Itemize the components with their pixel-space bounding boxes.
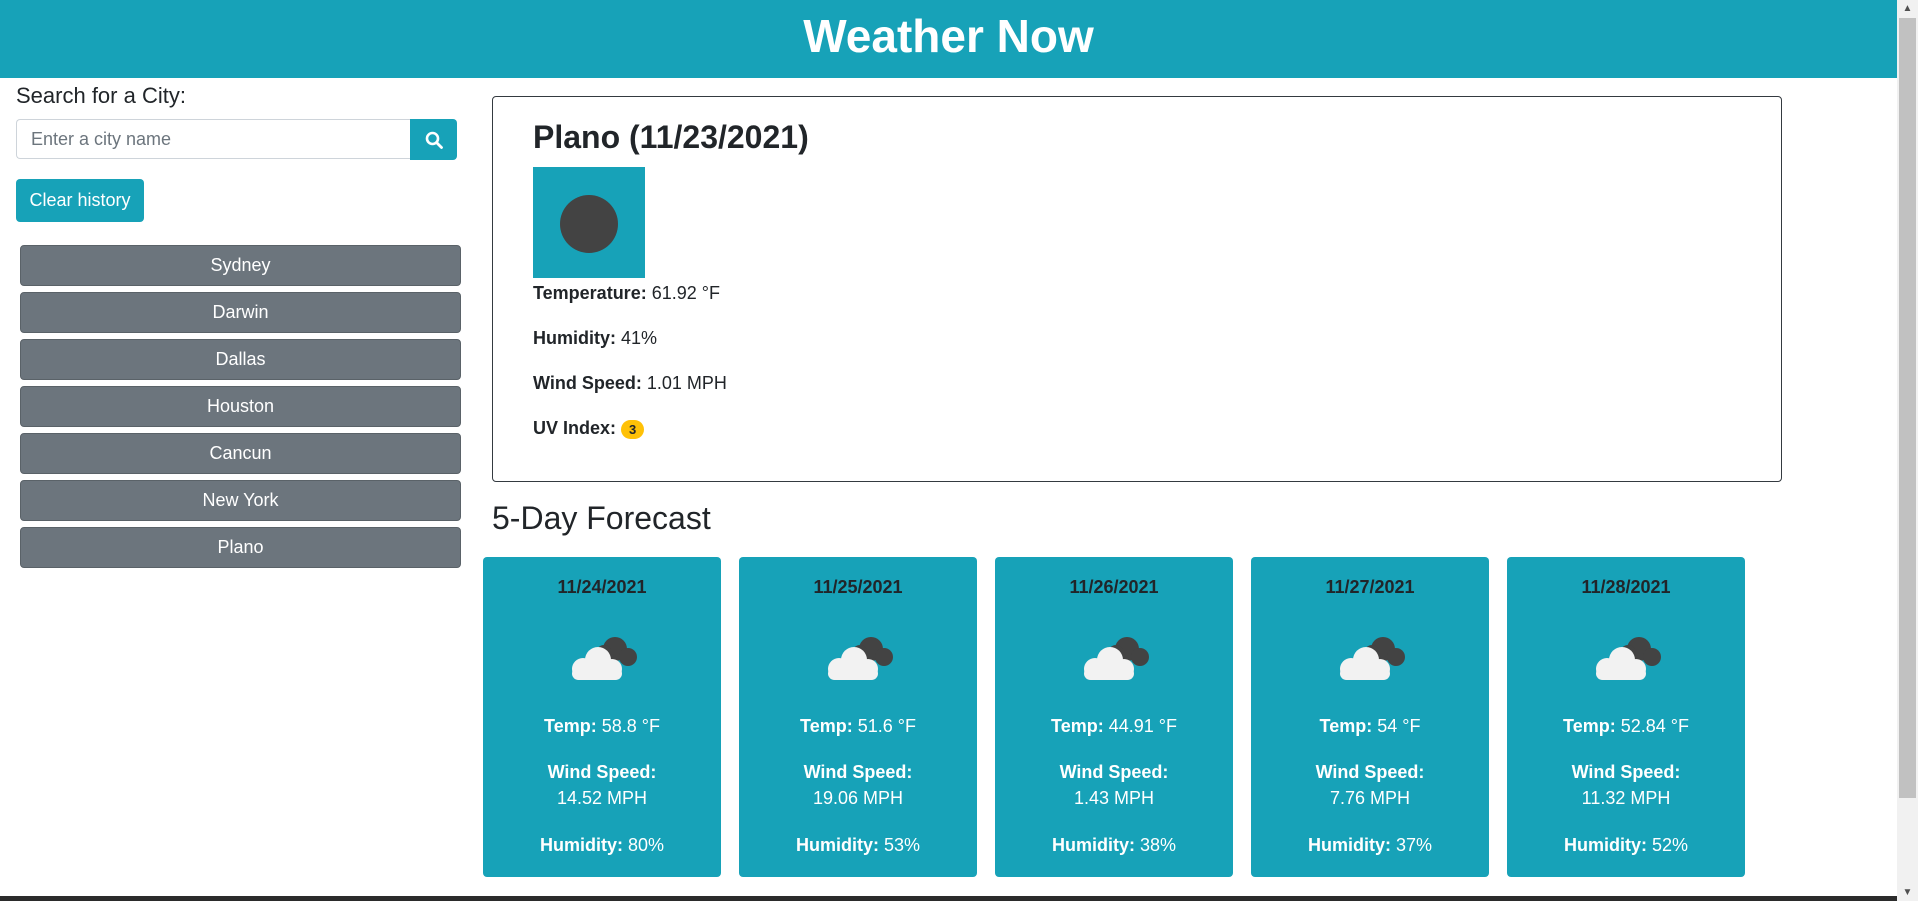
forecast-humidity: Humidity: 38%	[995, 835, 1233, 856]
history-button-darwin[interactable]: Darwin	[20, 292, 461, 333]
weather-icon	[533, 167, 645, 278]
wind-speed-value: 19.06 MPH	[812, 788, 904, 808]
wind-speed-label: Wind Speed:	[1315, 762, 1425, 782]
history-button-dallas[interactable]: Dallas	[20, 339, 461, 380]
search-label: Search for a City:	[16, 83, 186, 108]
humidity-label: Humidity:	[1307, 835, 1391, 855]
forecast-temp: Temp: 44.91 °F	[995, 716, 1233, 737]
forecast-humidity: Humidity: 80%	[483, 835, 721, 856]
scroll-down-arrow-icon[interactable]: ▼	[1897, 884, 1918, 901]
temp-value: 54 °F	[1377, 716, 1421, 736]
app-title: Weather Now	[803, 10, 1094, 62]
humidity-value: 53%	[883, 835, 921, 855]
humidity-value: 37%	[1395, 835, 1433, 855]
forecast-card: 11/27/2021 Temp: 54 °F Wind Speed: 7.76 …	[1251, 557, 1489, 877]
forecast-temp: Temp: 52.84 °F	[1507, 716, 1745, 737]
humidity-label: Humidity:	[539, 835, 623, 855]
current-city-title: Plano (11/23/2021)	[533, 119, 809, 155]
wind-speed-label: Wind Speed:	[533, 373, 642, 393]
history-button-plano[interactable]: Plano	[20, 527, 461, 568]
humidity-value: 80%	[627, 835, 665, 855]
forecast-date: 11/26/2021	[1069, 577, 1159, 597]
forecast-card: 11/25/2021 Temp: 51.6 °F Wind Speed: 19.…	[739, 557, 977, 877]
wind-speed-value: 1.43 MPH	[1073, 788, 1155, 808]
wind-speed-value: 11.32 MPH	[1581, 788, 1671, 808]
cloudy-icon	[1340, 637, 1405, 680]
humidity-label: Humidity:	[1051, 835, 1135, 855]
uv-index-badge: 3	[621, 419, 645, 439]
forecast-title: 5-Day Forecast	[492, 500, 711, 536]
temp-label: Temp:	[1051, 716, 1104, 736]
wind-speed-label: Wind Speed:	[1059, 762, 1169, 782]
wind-speed-label: Wind Speed:	[803, 762, 913, 782]
history-button-cancun[interactable]: Cancun	[20, 433, 461, 474]
humidity-value: 38%	[1139, 835, 1177, 855]
wind-speed-label: Wind Speed:	[547, 762, 657, 782]
cloudy-icon	[572, 637, 637, 680]
humidity-value: 41%	[621, 328, 658, 348]
app-header: Weather Now	[0, 0, 1897, 78]
forecast-temp: Temp: 51.6 °F	[739, 716, 977, 737]
history-button-houston[interactable]: Houston	[20, 386, 461, 427]
search-input[interactable]	[16, 119, 410, 159]
cloudy-icon	[828, 637, 893, 680]
forecast-humidity: Humidity: 53%	[739, 835, 977, 856]
wind-speed-label: Wind Speed:	[1571, 762, 1681, 782]
current-wind-speed: Wind Speed: 1.01 MPH	[533, 373, 727, 394]
search-icon	[425, 131, 443, 149]
cloudy-icon	[1084, 637, 1149, 680]
forecast-date: 11/24/2021	[557, 577, 647, 597]
forecast-card: 11/28/2021 Temp: 52.84 °F Wind Speed: 11…	[1507, 557, 1745, 877]
history-button-new-york[interactable]: New York	[20, 480, 461, 521]
current-uv-index: UV Index: 3	[533, 418, 645, 439]
forecast-humidity: Humidity: 52%	[1507, 835, 1745, 856]
wind-speed-value: 7.76 MPH	[1329, 788, 1411, 808]
search-button[interactable]	[410, 119, 457, 160]
temp-value: 44.91 °F	[1108, 716, 1177, 736]
cloudy-icon	[1596, 637, 1661, 680]
humidity-value: 52%	[1651, 835, 1689, 855]
uv-index-label: UV Index:	[533, 418, 617, 438]
temp-label: Temp:	[1319, 716, 1373, 736]
forecast-card: 11/24/2021 Temp: 58.8 °F Wind Speed: 14.…	[483, 557, 721, 877]
forecast-humidity: Humidity: 37%	[1251, 835, 1489, 856]
window-bottom-edge	[0, 896, 1897, 901]
scroll-up-arrow-icon[interactable]: ▲	[1897, 0, 1918, 17]
temperature-label: Temperature:	[533, 283, 647, 303]
forecast-date: 11/25/2021	[813, 577, 903, 597]
wind-speed-value: 1.01 MPH	[646, 373, 727, 393]
temp-value: 51.6 °F	[857, 716, 916, 736]
wind-speed-value: 14.52 MPH	[556, 788, 648, 808]
search-history-list: Sydney Darwin Dallas Houston Cancun New …	[20, 245, 461, 574]
clear-history-button[interactable]: Clear history	[16, 179, 144, 222]
temp-label: Temp:	[1563, 716, 1616, 736]
humidity-label: Humidity:	[1563, 835, 1647, 855]
history-button-sydney[interactable]: Sydney	[20, 245, 461, 286]
current-temperature: Temperature: 61.92 °F	[533, 283, 720, 304]
current-humidity: Humidity: 41%	[533, 328, 657, 349]
forecast-card: 11/26/2021 Temp: 44.91 °F Wind Speed: 1.…	[995, 557, 1233, 877]
forecast-temp: Temp: 54 °F	[1251, 716, 1489, 737]
temp-label: Temp:	[544, 716, 597, 736]
temp-value: 52.84 °F	[1620, 716, 1689, 736]
scroll-thumb[interactable]	[1899, 18, 1916, 798]
humidity-label: Humidity:	[533, 328, 616, 348]
humidity-label: Humidity:	[795, 835, 879, 855]
page-scrollbar[interactable]: ▲ ▼	[1897, 0, 1918, 901]
temp-label: Temp:	[800, 716, 853, 736]
temperature-value: 61.92 °F	[651, 283, 720, 303]
forecast-temp: Temp: 58.8 °F	[483, 716, 721, 737]
forecast-date: 11/27/2021	[1325, 577, 1415, 597]
temp-value: 58.8 °F	[601, 716, 660, 736]
forecast-date: 11/28/2021	[1581, 577, 1671, 597]
current-weather-card: Plano (11/23/2021) Temperature: 61.92 °F…	[492, 96, 1782, 482]
